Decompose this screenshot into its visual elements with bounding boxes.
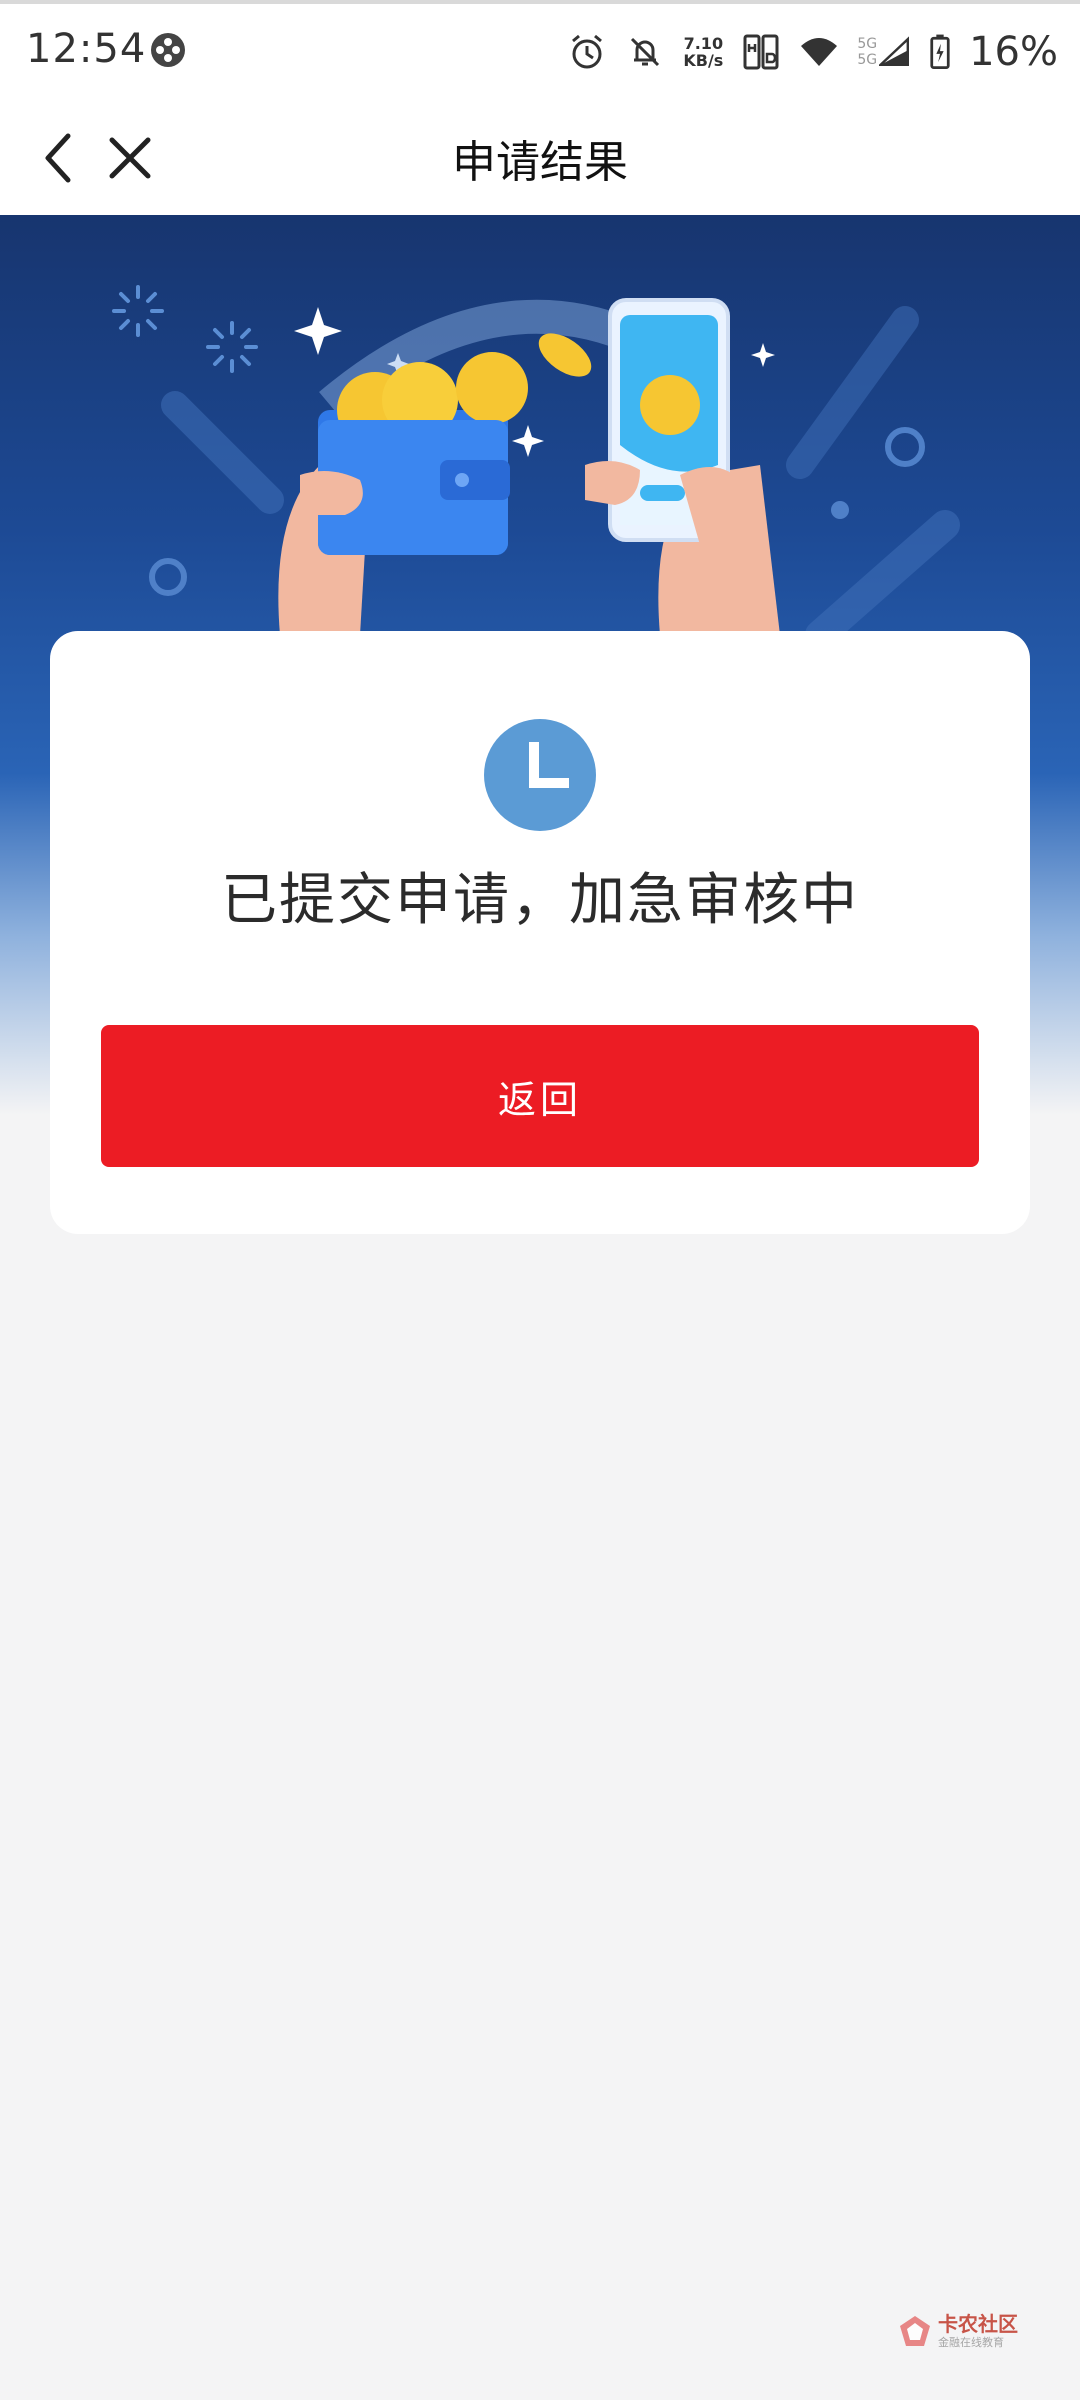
mute-notifications-icon	[631, 37, 660, 67]
clock-icon	[484, 719, 596, 831]
status-icons: 7.10 KB/s 5G 5G 16%	[567, 24, 1058, 80]
network-speed: 7.10 KB/s	[683, 35, 723, 69]
network-speed-value: 7.10	[683, 34, 724, 53]
alarm-icon	[572, 34, 603, 69]
brand-watermark: 卡农社区 金融在线教育	[898, 2307, 1018, 2355]
sim1-label: 5G	[857, 36, 878, 52]
cellular-signal: 5G 5G	[857, 32, 911, 72]
wallet-phone-illustration	[112, 285, 960, 635]
brand-tagline: 金融在线教育	[938, 2336, 1004, 2349]
hd-icon	[743, 34, 779, 70]
signal-icon	[879, 36, 910, 66]
sim2-label: 5G	[857, 52, 878, 68]
game-controller-icon	[151, 33, 185, 67]
wifi-icon	[801, 38, 838, 66]
network-speed-unit: KB/s	[683, 51, 724, 70]
page-title: 申请结果	[452, 137, 628, 188]
brand-name: 卡农社区	[938, 2312, 1018, 2336]
return-button[interactable]: 返回	[101, 1025, 979, 1167]
brand-logo-icon	[900, 2316, 930, 2346]
result-message: 已提交申请，加急审核中	[221, 868, 859, 933]
battery-percent: 16%	[969, 29, 1058, 75]
battery-charging-icon	[930, 34, 950, 69]
status-bar-edge	[0, 0, 1080, 4]
result-card: 已提交申请，加急审核中 返回	[50, 631, 1030, 1234]
status-bar: 12:54 7.10 KB/s 5G 5G 16%	[0, 0, 1080, 100]
nav-bar: 申请结果	[0, 100, 1080, 215]
sparkle-burst	[112, 285, 258, 373]
status-time: 12:54	[26, 26, 147, 72]
